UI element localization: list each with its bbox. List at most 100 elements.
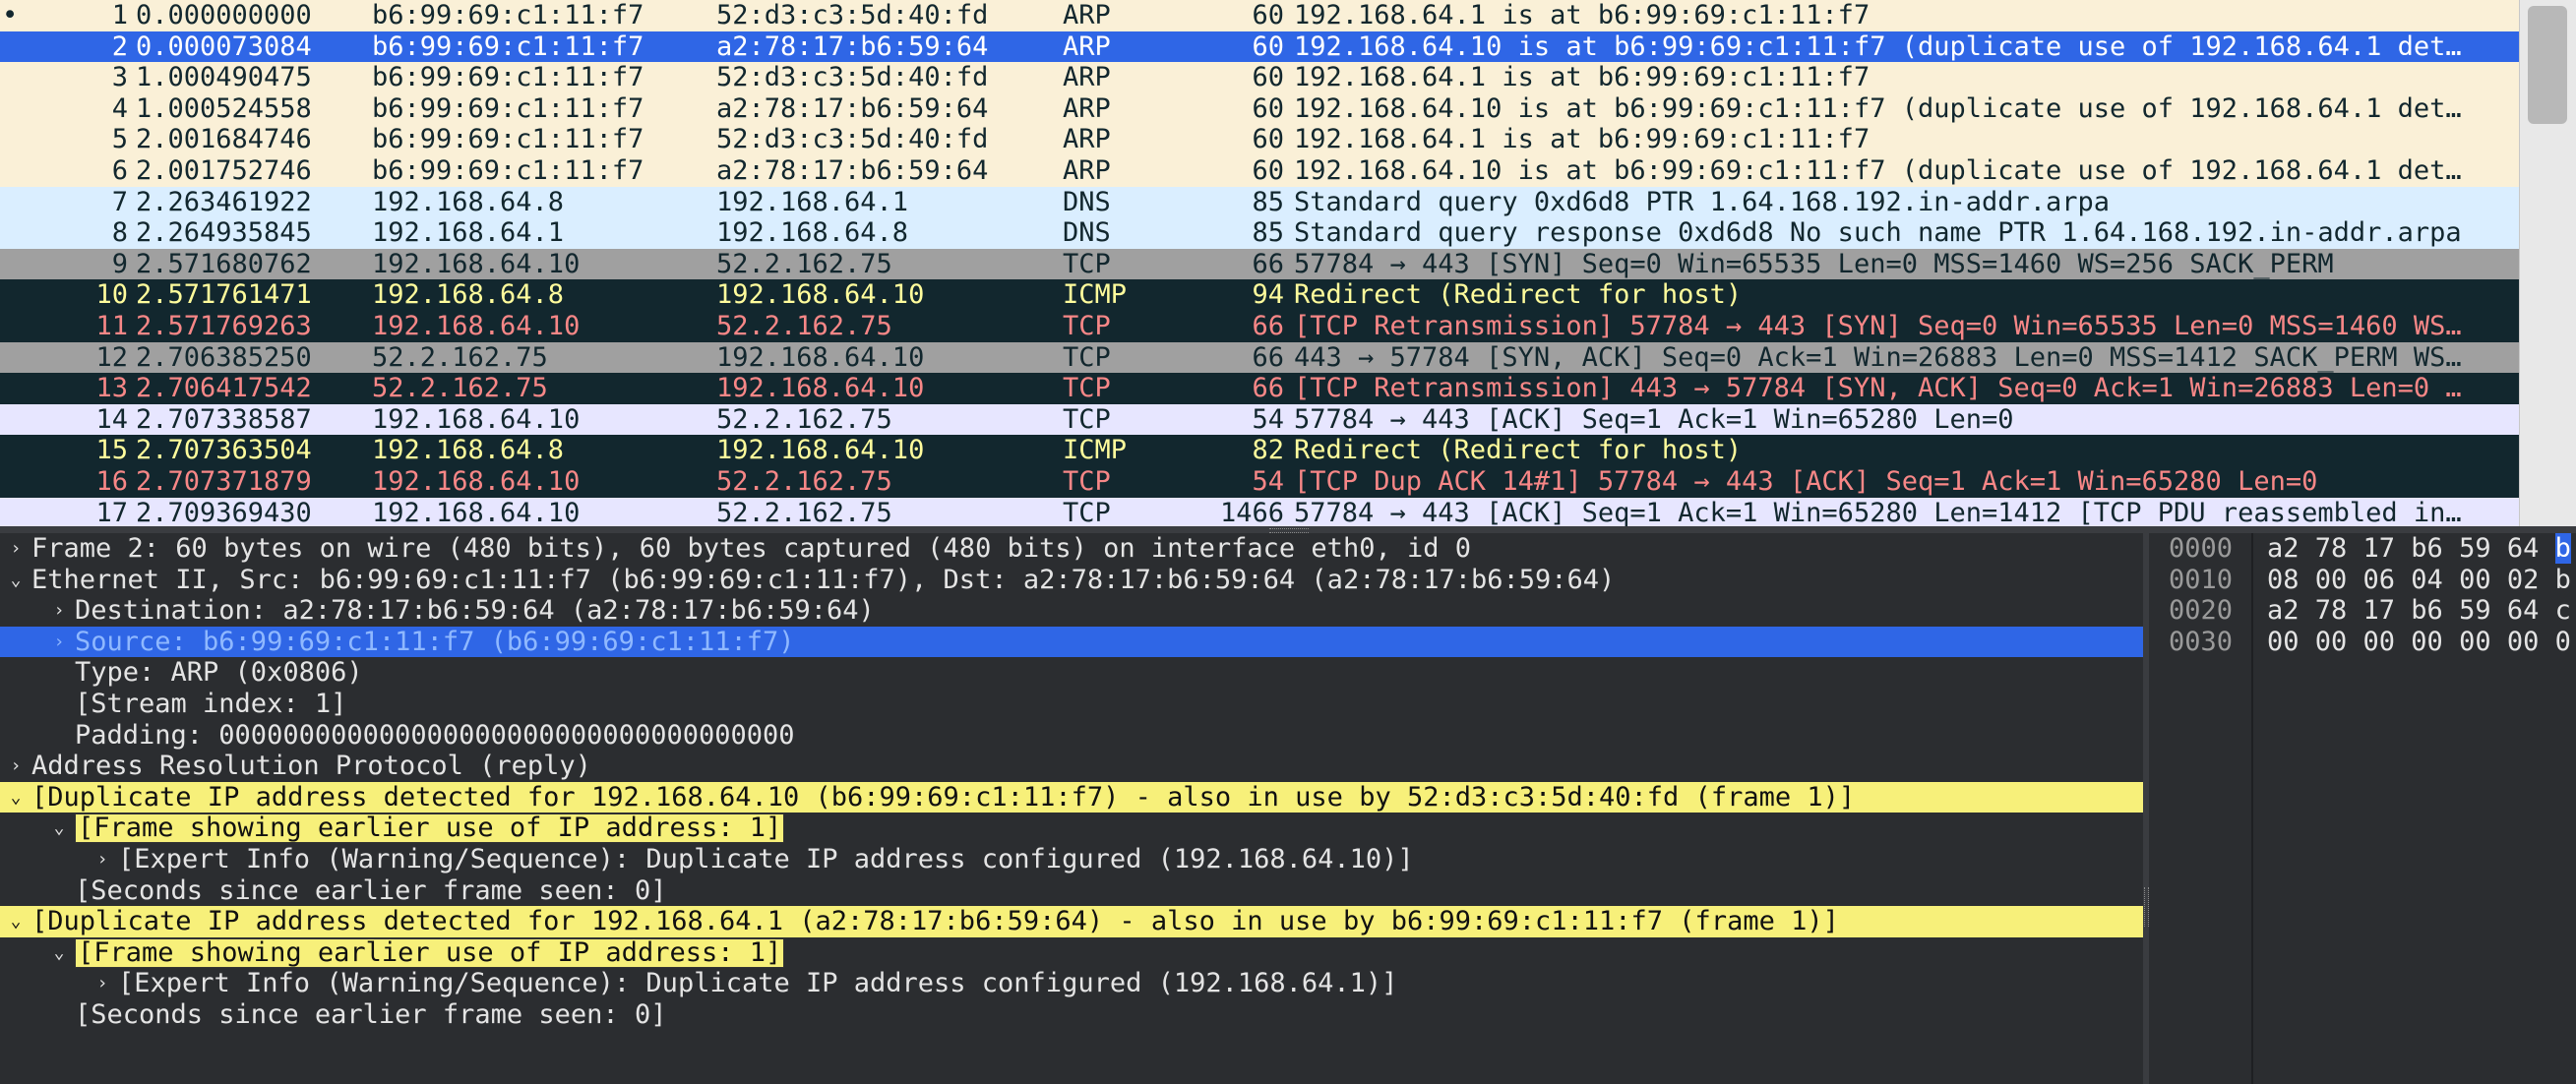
collapse-arrow-icon[interactable]: ⌄: [47, 813, 71, 844]
packet-row[interactable]: 12 2.706385250 52.2.162.75 192.168.64.10 TCP…: [0, 341, 2519, 374]
packet-number: 7: [111, 186, 128, 217]
packet-time: 2.571769263: [136, 310, 312, 341]
detail-tree-label: [Frame showing earlier use of IP address…: [75, 813, 785, 844]
packet-row[interactable]: 8 2.264935845 192.168.64.1 192.168.64.8 DNS 8…: [0, 217, 2519, 249]
bytes-row[interactable]: 0030 00 00 00 00 00 00 0: [2149, 627, 2576, 658]
expand-arrow-icon[interactable]: ›: [91, 844, 114, 875]
packet-row[interactable]: 16 2.707371879 192.168.64.10 52.2.162.75 TCP…: [0, 465, 2519, 498]
expand-arrow-icon[interactable]: ›: [4, 751, 28, 782]
packet-row[interactable]: 17 2.709369430 192.168.64.10 52.2.162.75 TCP…: [0, 497, 2519, 527]
packet-length: 60: [1252, 0, 1284, 30]
packet-source: b6:99:69:c1:11:f7: [372, 0, 644, 30]
detail-tree-item[interactable]: ⌄ Ethernet II, Src: b6:99:69:c1:11:f7 (b6…: [0, 565, 2143, 596]
packet-source: b6:99:69:c1:11:f7: [372, 62, 644, 93]
packet-row[interactable]: 13 2.706417542 52.2.162.75 192.168.64.10 TCP…: [0, 373, 2519, 404]
detail-tree-item[interactable]: Type: ARP (0x0806): [0, 657, 2143, 689]
collapse-arrow-icon[interactable]: ⌄: [47, 937, 71, 969]
packet-source: b6:99:69:c1:11:f7: [372, 154, 644, 186]
packet-length: 66: [1252, 341, 1284, 373]
packet-row[interactable]: 10 2.571761471 192.168.64.8 192.168.64.10 IC…: [0, 279, 2519, 311]
packet-details-tree[interactable]: › Frame 2: 60 bytes on wire (480 bits), 6…: [0, 533, 2143, 1084]
detail-tree-item[interactable]: › Source: b6:99:69:c1:11:f7 (b6:99:69:c1:…: [0, 626, 2143, 658]
detail-tree-item[interactable]: › Address Resolution Protocol (reply): [0, 751, 2143, 782]
packet-info: Redirect (Redirect for host): [1294, 435, 1743, 466]
pane-splitter-horizontal[interactable]: [0, 526, 2576, 533]
packet-row[interactable]: 15 2.707363504 192.168.64.8 192.168.64.10 IC…: [0, 435, 2519, 466]
packet-time: 2.001752746: [136, 154, 312, 186]
packet-time: 2.709369430: [136, 497, 312, 527]
bytes-row[interactable]: 0000 a2 78 17 b6 59 64 b: [2149, 533, 2576, 565]
packet-source: b6:99:69:c1:11:f7: [372, 92, 644, 124]
detail-tree-label-text: [Frame showing earlier use of IP address…: [75, 937, 785, 968]
collapse-arrow-icon[interactable]: ⌄: [4, 565, 28, 596]
packet-number: 5: [111, 124, 128, 155]
packet-row[interactable]: 9 2.571680762 192.168.64.10 52.2.162.75 TCP 6…: [0, 248, 2519, 280]
detail-tree-label: [Stream index: 1]: [75, 688, 347, 719]
detail-tree-item[interactable]: ⌄ [Frame showing earlier use of IP addres…: [0, 813, 2143, 844]
packet-row[interactable]: 4 1.000524558 b6:99:69:c1:11:f7 a2:78:17:b6…: [0, 92, 2519, 125]
detail-tree-label: [Seconds since earlier frame seen: 0]: [75, 874, 667, 906]
packet-length: 60: [1252, 154, 1284, 186]
detail-tree-label: Source: b6:99:69:c1:11:f7 (b6:99:69:c1:1…: [75, 626, 795, 657]
packet-info: 192.168.64.10 is at b6:99:69:c1:11:f7 (d…: [1294, 154, 2462, 186]
expand-arrow-icon[interactable]: ›: [4, 533, 28, 565]
detail-tree-item[interactable]: ⌄ [Duplicate IP address detected for 192.…: [0, 781, 2143, 813]
packet-length: 85: [1252, 217, 1284, 249]
detail-tree-item[interactable]: › [Expert Info (Warning/Sequence): Duplic…: [0, 844, 2143, 875]
detail-tree-item[interactable]: [Stream index: 1]: [0, 689, 2143, 720]
packet-source: 192.168.64.10: [372, 310, 581, 341]
packet-source: 192.168.64.8: [372, 279, 565, 311]
packet-time: 1.000490475: [136, 62, 312, 93]
packet-source: 192.168.64.8: [372, 186, 565, 217]
detail-tree-item[interactable]: [Seconds since earlier frame seen: 0]: [0, 875, 2143, 907]
packet-number: 9: [111, 248, 128, 279]
detail-tree-label: Address Resolution Protocol (reply): [31, 751, 591, 782]
detail-tree-label: [Seconds since earlier frame seen: 0]: [75, 998, 667, 1030]
detail-tree-item[interactable]: › Destination: a2:78:17:b6:59:64 (a2:78:1…: [0, 595, 2143, 627]
packet-info: 192.168.64.1 is at b6:99:69:c1:11:f7: [1294, 124, 1871, 155]
packet-list[interactable]: • 1 0.000000000 b6:99:69:c1:11:f7 52:d3:c3:5…: [0, 0, 2519, 526]
detail-tree-label: Padding: 0000000000000000000000000000000…: [75, 719, 795, 751]
bytes-row[interactable]: 0020 a2 78 17 b6 59 64 c: [2149, 595, 2576, 627]
packet-info: 192.168.64.1 is at b6:99:69:c1:11:f7: [1294, 0, 1871, 30]
expand-arrow-icon[interactable]: ›: [47, 595, 71, 627]
packet-list-scrollbar[interactable]: [2519, 0, 2576, 526]
packet-row[interactable]: • 1 0.000000000 b6:99:69:c1:11:f7 52:d3:c3:5…: [0, 0, 2519, 31]
packet-row[interactable]: 5 2.001684746 b6:99:69:c1:11:f7 52:d3:c3:5d…: [0, 124, 2519, 155]
packet-row[interactable]: 7 2.263461922 192.168.64.8 192.168.64.1 DNS 8…: [0, 186, 2519, 218]
packet-length: 85: [1252, 186, 1284, 217]
packet-number: 13: [95, 373, 128, 404]
packet-number: 3: [111, 62, 128, 93]
detail-tree-item[interactable]: ⌄ [Frame showing earlier use of IP addres…: [0, 937, 2143, 969]
packet-row[interactable]: 14 2.707338587 192.168.64.10 52.2.162.75 TCP…: [0, 403, 2519, 436]
collapse-arrow-icon[interactable]: ⌄: [4, 906, 28, 937]
packet-row[interactable]: 2 0.000073084 b6:99:69:c1:11:f7 a2:78:17:b6…: [0, 30, 2519, 63]
expand-arrow-icon[interactable]: ›: [47, 627, 71, 658]
detail-tree-item[interactable]: ⌄ [Duplicate IP address detected for 192.…: [0, 906, 2143, 937]
packet-info: 57784 → 443 [ACK] Seq=1 Ack=1 Win=65280 …: [1294, 497, 2462, 527]
bytes-row[interactable]: 0010 08 00 06 04 00 02 b: [2149, 565, 2576, 596]
detail-tree-item[interactable]: › [Expert Info (Warning/Sequence): Duplic…: [0, 968, 2143, 999]
bytes-hex: a2 78 17 b6 59 64 b: [2267, 533, 2571, 565]
packet-time: 2.707338587: [136, 403, 312, 435]
detail-tree-label: [Duplicate IP address detected for 192.1…: [31, 781, 1856, 813]
scrollbar-thumb[interactable]: [2528, 6, 2567, 124]
collapse-arrow-icon[interactable]: ⌄: [4, 782, 28, 813]
bytes-hex-text: 00 00 00 00 00 00 0: [2267, 626, 2571, 657]
bytes-hex-text: a2 78 17 b6 59 64: [2267, 533, 2555, 564]
packet-source: 52.2.162.75: [372, 341, 548, 373]
expand-arrow-icon[interactable]: ›: [91, 968, 114, 999]
detail-tree-item[interactable]: [Seconds since earlier frame seen: 0]: [0, 999, 2143, 1031]
packet-time: 2.706385250: [136, 341, 312, 373]
packet-time: 0.000000000: [136, 0, 312, 30]
detail-tree-item[interactable]: Padding: 0000000000000000000000000000000…: [0, 720, 2143, 752]
packet-number: 8: [111, 217, 128, 249]
detail-tree-item[interactable]: › Frame 2: 60 bytes on wire (480 bits), 6…: [0, 533, 2143, 565]
packet-row[interactable]: 6 2.001752746 b6:99:69:c1:11:f7 a2:78:17:b6…: [0, 154, 2519, 187]
packet-source: 192.168.64.10: [372, 497, 581, 527]
packet-row[interactable]: 3 1.000490475 b6:99:69:c1:11:f7 52:d3:c3:5d…: [0, 62, 2519, 93]
packet-length: 66: [1252, 373, 1284, 404]
packet-row[interactable]: 11 2.571769263 192.168.64.10 52.2.162.75 TCP…: [0, 310, 2519, 342]
bytes-offset: 0030: [2169, 626, 2234, 657]
packet-bytes-pane[interactable]: 0000 a2 78 17 b6 59 64 b 0010 08 00 06 04 0…: [2149, 533, 2576, 1084]
